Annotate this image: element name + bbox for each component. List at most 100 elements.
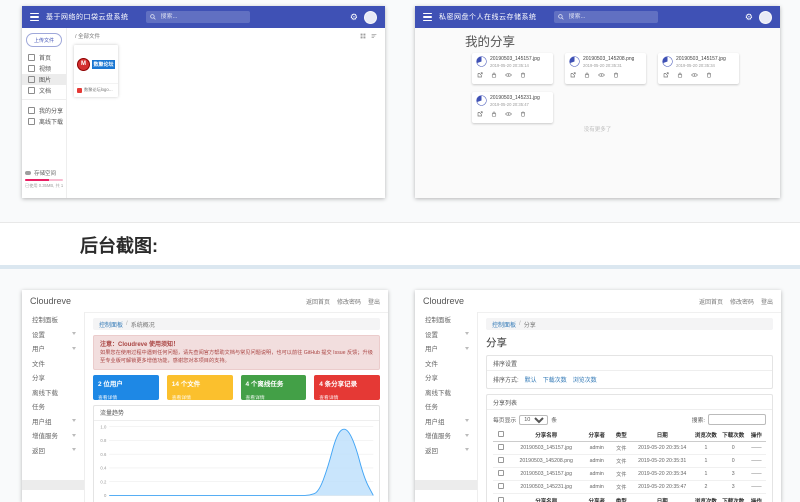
select-all-checkbox[interactable] xyxy=(498,431,504,437)
sort-option-link[interactable]: 浏览次数 xyxy=(573,375,597,384)
lock-icon[interactable] xyxy=(677,72,683,78)
lock-icon[interactable] xyxy=(491,111,497,117)
share-card[interactable]: 20190503_145208.png 2019-05-20 20:35:31 xyxy=(565,53,646,84)
admin-sidebar-item[interactable]: 文件 xyxy=(22,356,84,371)
column-header[interactable]: 浏览次数 xyxy=(692,428,719,442)
search-box[interactable] xyxy=(554,11,658,23)
column-header[interactable]: 下载次数 xyxy=(720,428,747,442)
trash-icon[interactable] xyxy=(520,111,526,117)
admin-sidebar-item[interactable]: 任务 xyxy=(22,399,84,414)
eye-icon[interactable] xyxy=(691,72,698,78)
cell-share-name[interactable]: 20190503_145157.jpg xyxy=(509,468,583,481)
open-link-icon[interactable] xyxy=(477,111,483,117)
sidebar-nav-item[interactable]: 首页 xyxy=(22,52,66,63)
share-card[interactable]: 20190503_145157.jpg 2019-05-20 20:35:34 xyxy=(658,53,739,84)
topbar-link[interactable]: 登出 xyxy=(368,297,380,306)
file-card[interactable]: M 数聚论坛 数聚论坛logo设计图.png xyxy=(74,45,118,97)
admin-sidebar-item[interactable]: 返回 xyxy=(415,443,477,458)
admin-sidebar-item[interactable]: 增值服务 xyxy=(22,428,84,443)
search-input[interactable] xyxy=(567,13,654,21)
share-card[interactable]: 20190503_145231.jpg 2019-05-20 20:35:47 xyxy=(472,92,553,123)
eye-icon[interactable] xyxy=(598,72,605,78)
grid-view-icon[interactable] xyxy=(360,33,366,39)
stat-details-link[interactable]: 查看详情 xyxy=(172,394,228,401)
eye-icon[interactable] xyxy=(505,72,512,78)
admin-sidebar-item[interactable]: 离线下载 xyxy=(415,385,477,400)
lock-icon[interactable] xyxy=(584,72,590,78)
breadcrumb-home-link[interactable]: 控制面板 xyxy=(492,320,516,329)
user-avatar[interactable] xyxy=(759,11,772,24)
topbar-link[interactable]: 返回首页 xyxy=(306,297,330,306)
menu-icon[interactable] xyxy=(423,13,432,21)
admin-sidebar-item[interactable]: 任务 xyxy=(415,399,477,414)
column-header[interactable]: 分享者 xyxy=(583,428,610,442)
trash-icon[interactable] xyxy=(613,72,619,78)
sidebar-collapse-button[interactable] xyxy=(415,480,477,490)
column-header[interactable]: 分享名称 xyxy=(509,428,583,442)
trash-icon[interactable] xyxy=(520,72,526,78)
admin-sidebar-item[interactable]: 用户组 xyxy=(415,414,477,429)
brand-logo[interactable]: Cloudreve xyxy=(30,296,71,306)
open-link-icon[interactable] xyxy=(570,72,576,78)
open-link-icon[interactable] xyxy=(663,72,669,78)
brand-logo[interactable]: Cloudreve xyxy=(423,296,464,306)
search-box[interactable] xyxy=(146,11,250,23)
admin-sidebar-item[interactable]: 用户组 xyxy=(22,414,84,429)
stat-details-link[interactable]: 查看详情 xyxy=(319,394,375,401)
row-checkbox[interactable] xyxy=(498,470,504,476)
admin-sidebar-item[interactable]: 设置 xyxy=(22,327,84,342)
sidebar-collapse-button[interactable] xyxy=(22,480,84,490)
sidebar-nav-item[interactable]: 我的分享 xyxy=(22,105,66,116)
open-link-icon[interactable] xyxy=(477,72,483,78)
topbar-link[interactable]: 修改密码 xyxy=(337,297,361,306)
upload-button[interactable]: 上传文件 xyxy=(26,33,62,47)
select-all-checkbox[interactable] xyxy=(498,497,504,502)
admin-sidebar-item[interactable]: 用户 xyxy=(415,341,477,356)
admin-sidebar-item[interactable]: 控制面板 xyxy=(415,312,477,327)
user-avatar[interactable] xyxy=(364,11,377,24)
sort-option-link[interactable]: 默认 xyxy=(525,375,537,384)
stat-details-link[interactable]: 查看详情 xyxy=(246,394,302,401)
trash-icon[interactable] xyxy=(706,72,712,78)
row-checkbox[interactable] xyxy=(498,444,504,450)
settings-gear-icon[interactable]: ⚙ xyxy=(745,13,753,22)
share-card[interactable]: 20190503_145157.jpg 2019-05-20 20:35:14 xyxy=(472,53,553,84)
row-checkbox[interactable] xyxy=(498,483,504,489)
admin-sidebar-item[interactable]: 文件 xyxy=(415,356,477,371)
sidebar-nav-item[interactable]: 视频 xyxy=(22,63,66,74)
admin-sidebar-item[interactable]: 设置 xyxy=(415,327,477,342)
column-header[interactable]: 操作 xyxy=(747,428,766,442)
cell-share-name[interactable]: 20190503_145157.jpg xyxy=(509,442,583,455)
admin-sidebar-item[interactable]: 返回 xyxy=(22,443,84,458)
admin-sidebar-item[interactable]: 分享 xyxy=(415,370,477,385)
column-header[interactable]: 类型 xyxy=(610,428,632,442)
sort-option-link[interactable]: 下载次数 xyxy=(543,375,567,384)
admin-sidebar-item[interactable]: 增值服务 xyxy=(415,428,477,443)
topbar-link[interactable]: 登出 xyxy=(761,297,773,306)
admin-sidebar-item[interactable]: 离线下载 xyxy=(22,385,84,400)
breadcrumb-home-link[interactable]: 控制面板 xyxy=(99,320,123,329)
lock-icon[interactable] xyxy=(491,72,497,78)
per-page-select[interactable]: 10 xyxy=(519,415,548,425)
sidebar-nav-item[interactable]: 离线下载 xyxy=(22,116,66,127)
admin-sidebar-item[interactable]: 控制面板 xyxy=(22,312,84,327)
eye-icon[interactable] xyxy=(505,111,512,117)
sidebar-nav-item[interactable]: 文档 xyxy=(22,85,66,96)
search-input[interactable] xyxy=(159,13,246,21)
cell-share-name[interactable]: 20190503_145208.png xyxy=(509,455,583,468)
sidebar-nav-item[interactable]: 图片 xyxy=(22,74,66,85)
stat-details-link[interactable]: 查看详情 xyxy=(98,394,154,401)
table-search-input[interactable] xyxy=(708,414,766,425)
row-checkbox[interactable] xyxy=(498,457,504,463)
column-header[interactable]: 日期 xyxy=(632,428,692,442)
admin-sidebar-item[interactable]: 用户 xyxy=(22,341,84,356)
settings-gear-icon[interactable]: ⚙ xyxy=(350,13,358,22)
admin-sidebar-item[interactable]: 分享 xyxy=(22,370,84,385)
screenshot-frontend-files: 基于网络的口袋云盘系统 ⚙ 上传文件 首页 xyxy=(22,6,385,198)
topbar-link[interactable]: 返回首页 xyxy=(699,297,723,306)
topbar-link[interactable]: 修改密码 xyxy=(730,297,754,306)
column-footer: 下载次数 xyxy=(720,494,747,502)
menu-icon[interactable] xyxy=(30,13,39,21)
sort-icon[interactable] xyxy=(371,33,377,39)
cell-share-name[interactable]: 20190503_145231.jpg xyxy=(509,481,583,494)
